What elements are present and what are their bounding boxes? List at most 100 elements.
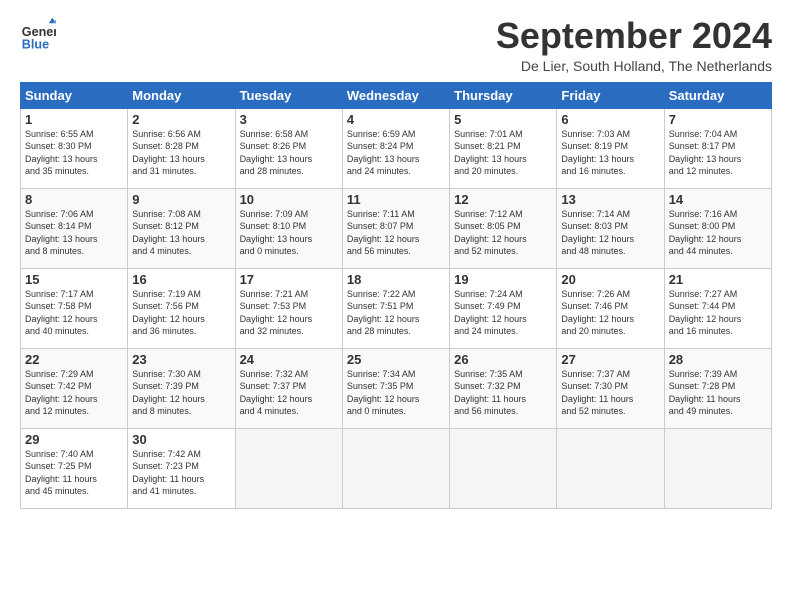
month-title: September 2024 <box>496 16 772 56</box>
day-number: 20 <box>561 272 659 287</box>
week-row-4: 22Sunrise: 7:29 AM Sunset: 7:42 PM Dayli… <box>21 348 772 428</box>
day-number: 16 <box>132 272 230 287</box>
day-info: Sunrise: 7:34 AM Sunset: 7:35 PM Dayligh… <box>347 368 445 418</box>
header-wednesday: Wednesday <box>342 82 449 108</box>
day-cell: 14Sunrise: 7:16 AM Sunset: 8:00 PM Dayli… <box>664 188 771 268</box>
day-info: Sunrise: 6:55 AM Sunset: 8:30 PM Dayligh… <box>25 128 123 178</box>
location-subtitle: De Lier, South Holland, The Netherlands <box>496 58 772 74</box>
day-cell: 28Sunrise: 7:39 AM Sunset: 7:28 PM Dayli… <box>664 348 771 428</box>
day-cell: 25Sunrise: 7:34 AM Sunset: 7:35 PM Dayli… <box>342 348 449 428</box>
day-info: Sunrise: 7:19 AM Sunset: 7:56 PM Dayligh… <box>132 288 230 338</box>
header-tuesday: Tuesday <box>235 82 342 108</box>
day-cell: 22Sunrise: 7:29 AM Sunset: 7:42 PM Dayli… <box>21 348 128 428</box>
day-number: 1 <box>25 112 123 127</box>
day-info: Sunrise: 7:17 AM Sunset: 7:58 PM Dayligh… <box>25 288 123 338</box>
day-cell <box>342 428 449 508</box>
header-saturday: Saturday <box>664 82 771 108</box>
day-number: 30 <box>132 432 230 447</box>
day-info: Sunrise: 7:16 AM Sunset: 8:00 PM Dayligh… <box>669 208 767 258</box>
header-monday: Monday <box>128 82 235 108</box>
day-number: 21 <box>669 272 767 287</box>
day-cell <box>235 428 342 508</box>
day-number: 13 <box>561 192 659 207</box>
calendar-header-row: SundayMondayTuesdayWednesdayThursdayFrid… <box>21 82 772 108</box>
day-number: 29 <box>25 432 123 447</box>
day-cell: 3Sunrise: 6:58 AM Sunset: 8:26 PM Daylig… <box>235 108 342 188</box>
header-thursday: Thursday <box>450 82 557 108</box>
logo-icon: General Blue <box>20 16 56 52</box>
day-info: Sunrise: 7:04 AM Sunset: 8:17 PM Dayligh… <box>669 128 767 178</box>
calendar-table: SundayMondayTuesdayWednesdayThursdayFrid… <box>20 82 772 509</box>
day-info: Sunrise: 7:06 AM Sunset: 8:14 PM Dayligh… <box>25 208 123 258</box>
day-info: Sunrise: 7:01 AM Sunset: 8:21 PM Dayligh… <box>454 128 552 178</box>
day-cell: 8Sunrise: 7:06 AM Sunset: 8:14 PM Daylig… <box>21 188 128 268</box>
title-block: September 2024 De Lier, South Holland, T… <box>496 16 772 74</box>
day-number: 23 <box>132 352 230 367</box>
day-cell: 2Sunrise: 6:56 AM Sunset: 8:28 PM Daylig… <box>128 108 235 188</box>
day-cell: 29Sunrise: 7:40 AM Sunset: 7:25 PM Dayli… <box>21 428 128 508</box>
header-friday: Friday <box>557 82 664 108</box>
day-info: Sunrise: 7:22 AM Sunset: 7:51 PM Dayligh… <box>347 288 445 338</box>
day-cell: 12Sunrise: 7:12 AM Sunset: 8:05 PM Dayli… <box>450 188 557 268</box>
header-sunday: Sunday <box>21 82 128 108</box>
day-info: Sunrise: 7:32 AM Sunset: 7:37 PM Dayligh… <box>240 368 338 418</box>
day-number: 17 <box>240 272 338 287</box>
day-info: Sunrise: 7:08 AM Sunset: 8:12 PM Dayligh… <box>132 208 230 258</box>
day-info: Sunrise: 7:37 AM Sunset: 7:30 PM Dayligh… <box>561 368 659 418</box>
day-cell <box>450 428 557 508</box>
day-cell: 19Sunrise: 7:24 AM Sunset: 7:49 PM Dayli… <box>450 268 557 348</box>
day-number: 19 <box>454 272 552 287</box>
day-info: Sunrise: 7:29 AM Sunset: 7:42 PM Dayligh… <box>25 368 123 418</box>
day-number: 12 <box>454 192 552 207</box>
day-cell <box>664 428 771 508</box>
day-number: 11 <box>347 192 445 207</box>
day-cell: 30Sunrise: 7:42 AM Sunset: 7:23 PM Dayli… <box>128 428 235 508</box>
day-info: Sunrise: 6:58 AM Sunset: 8:26 PM Dayligh… <box>240 128 338 178</box>
day-info: Sunrise: 7:14 AM Sunset: 8:03 PM Dayligh… <box>561 208 659 258</box>
svg-text:Blue: Blue <box>22 37 49 51</box>
day-info: Sunrise: 7:40 AM Sunset: 7:25 PM Dayligh… <box>25 448 123 498</box>
day-info: Sunrise: 7:39 AM Sunset: 7:28 PM Dayligh… <box>669 368 767 418</box>
day-cell: 24Sunrise: 7:32 AM Sunset: 7:37 PM Dayli… <box>235 348 342 428</box>
day-cell: 10Sunrise: 7:09 AM Sunset: 8:10 PM Dayli… <box>235 188 342 268</box>
day-number: 3 <box>240 112 338 127</box>
day-info: Sunrise: 7:03 AM Sunset: 8:19 PM Dayligh… <box>561 128 659 178</box>
day-cell: 27Sunrise: 7:37 AM Sunset: 7:30 PM Dayli… <box>557 348 664 428</box>
day-cell: 9Sunrise: 7:08 AM Sunset: 8:12 PM Daylig… <box>128 188 235 268</box>
day-info: Sunrise: 6:56 AM Sunset: 8:28 PM Dayligh… <box>132 128 230 178</box>
day-info: Sunrise: 7:12 AM Sunset: 8:05 PM Dayligh… <box>454 208 552 258</box>
day-number: 25 <box>347 352 445 367</box>
day-cell: 26Sunrise: 7:35 AM Sunset: 7:32 PM Dayli… <box>450 348 557 428</box>
day-cell: 7Sunrise: 7:04 AM Sunset: 8:17 PM Daylig… <box>664 108 771 188</box>
day-cell: 5Sunrise: 7:01 AM Sunset: 8:21 PM Daylig… <box>450 108 557 188</box>
logo: General Blue <box>20 16 56 52</box>
day-cell: 20Sunrise: 7:26 AM Sunset: 7:46 PM Dayli… <box>557 268 664 348</box>
calendar-page: General Blue September 2024 De Lier, Sou… <box>0 0 792 519</box>
day-cell: 21Sunrise: 7:27 AM Sunset: 7:44 PM Dayli… <box>664 268 771 348</box>
day-number: 8 <box>25 192 123 207</box>
day-info: Sunrise: 7:42 AM Sunset: 7:23 PM Dayligh… <box>132 448 230 498</box>
day-info: Sunrise: 6:59 AM Sunset: 8:24 PM Dayligh… <box>347 128 445 178</box>
day-cell: 4Sunrise: 6:59 AM Sunset: 8:24 PM Daylig… <box>342 108 449 188</box>
day-info: Sunrise: 7:11 AM Sunset: 8:07 PM Dayligh… <box>347 208 445 258</box>
day-cell: 1Sunrise: 6:55 AM Sunset: 8:30 PM Daylig… <box>21 108 128 188</box>
day-number: 18 <box>347 272 445 287</box>
header: General Blue September 2024 De Lier, Sou… <box>20 16 772 74</box>
day-number: 28 <box>669 352 767 367</box>
week-row-1: 1Sunrise: 6:55 AM Sunset: 8:30 PM Daylig… <box>21 108 772 188</box>
day-number: 26 <box>454 352 552 367</box>
day-number: 27 <box>561 352 659 367</box>
day-cell: 6Sunrise: 7:03 AM Sunset: 8:19 PM Daylig… <box>557 108 664 188</box>
day-cell: 15Sunrise: 7:17 AM Sunset: 7:58 PM Dayli… <box>21 268 128 348</box>
day-number: 9 <box>132 192 230 207</box>
day-info: Sunrise: 7:30 AM Sunset: 7:39 PM Dayligh… <box>132 368 230 418</box>
day-cell: 16Sunrise: 7:19 AM Sunset: 7:56 PM Dayli… <box>128 268 235 348</box>
day-cell: 17Sunrise: 7:21 AM Sunset: 7:53 PM Dayli… <box>235 268 342 348</box>
week-row-2: 8Sunrise: 7:06 AM Sunset: 8:14 PM Daylig… <box>21 188 772 268</box>
day-info: Sunrise: 7:35 AM Sunset: 7:32 PM Dayligh… <box>454 368 552 418</box>
day-cell: 18Sunrise: 7:22 AM Sunset: 7:51 PM Dayli… <box>342 268 449 348</box>
day-number: 6 <box>561 112 659 127</box>
day-number: 10 <box>240 192 338 207</box>
week-row-5: 29Sunrise: 7:40 AM Sunset: 7:25 PM Dayli… <box>21 428 772 508</box>
day-number: 22 <box>25 352 123 367</box>
